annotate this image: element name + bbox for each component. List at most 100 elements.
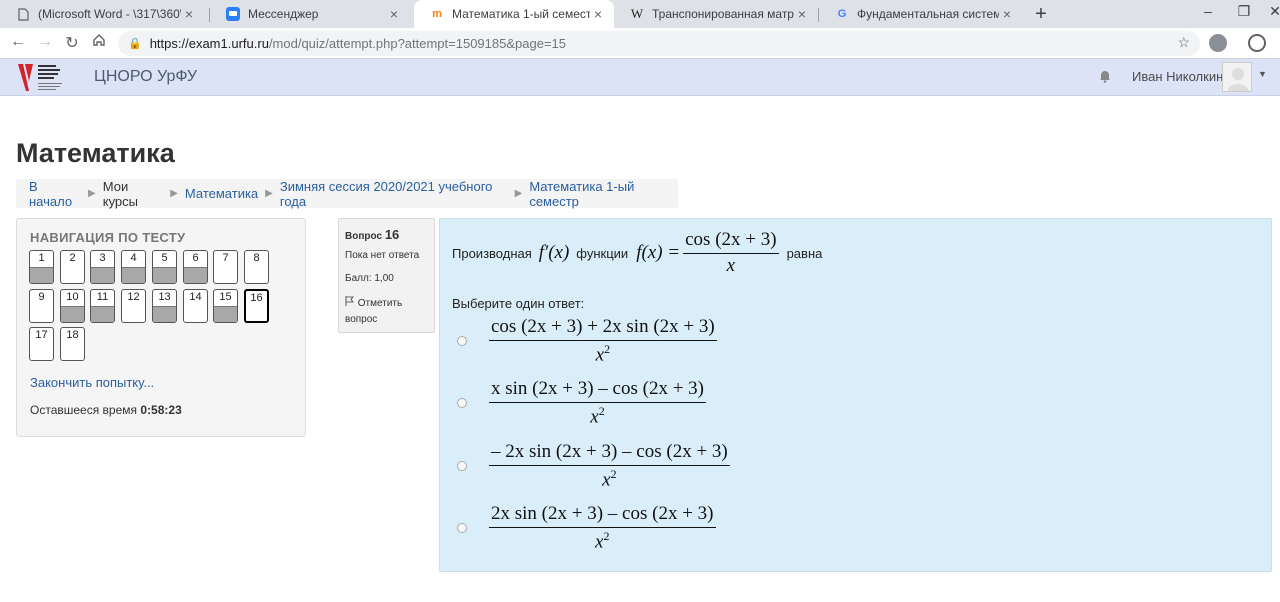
- question-nav-button[interactable]: 17: [29, 327, 54, 361]
- finish-attempt-link[interactable]: Закончить попытку...: [30, 375, 154, 390]
- breadcrumb-session[interactable]: Зимняя сессия 2020/2021 учебного года: [280, 179, 508, 209]
- question-text: Производная f′(x) функции f(x) = cos (2x…: [452, 229, 822, 277]
- function-numerator: cos (2x + 3): [683, 229, 779, 254]
- question-nav-button[interactable]: 8: [244, 250, 269, 284]
- url-bar[interactable]: 🔒 https://exam1.urfu.ru/mod/quiz/attempt…: [118, 31, 1200, 56]
- answered-indicator: [91, 267, 114, 283]
- close-icon[interactable]: ×: [794, 6, 810, 22]
- close-icon[interactable]: ×: [999, 6, 1015, 22]
- question-score: Балл: 1,00: [345, 273, 394, 284]
- question-nav-number: 17: [35, 329, 48, 341]
- chevron-down-icon[interactable]: ▼: [1258, 69, 1267, 79]
- answered-indicator: [184, 267, 207, 283]
- home-icon[interactable]: [89, 33, 109, 52]
- breadcrumb-quiz[interactable]: Математика 1-ый семестр: [529, 179, 678, 209]
- close-icon[interactable]: ×: [386, 6, 402, 22]
- breadcrumb-home[interactable]: В начало: [29, 179, 81, 209]
- question-number-value: 16: [384, 227, 400, 242]
- moodle-icon: m: [432, 8, 442, 20]
- answer-option[interactable]: x sin (2x + 3) – cos (2x + 3) x2: [457, 378, 706, 428]
- question-nav-number: 18: [66, 329, 79, 341]
- question-content: Производная f′(x) функции f(x) = cos (2x…: [439, 218, 1272, 572]
- question-nav-button[interactable]: 2: [60, 250, 85, 284]
- answer-fraction: 2x sin (2x + 3) – cos (2x + 3) x2: [489, 503, 716, 553]
- extension-shield-icon[interactable]: [1209, 34, 1227, 52]
- user-name[interactable]: Иван Николкин: [1132, 69, 1223, 84]
- messenger-icon: [226, 7, 240, 21]
- question-pre: Производная: [452, 245, 532, 261]
- google-icon: G: [837, 8, 847, 20]
- tab-title: (Microsoft Word - \317\360\340\: [38, 7, 181, 21]
- browser-tab-google[interactable]: G Фундаментальная система реш ×: [819, 0, 1023, 28]
- question-mid: функции: [576, 245, 629, 261]
- breadcrumb-separator-icon: ▶: [88, 188, 96, 199]
- notification-bell-icon[interactable]: [1098, 69, 1112, 83]
- question-nav-button[interactable]: 5: [152, 250, 177, 284]
- close-icon[interactable]: ×: [590, 6, 606, 22]
- question-nav-button[interactable]: 16: [244, 289, 269, 323]
- answer-option[interactable]: – 2x sin (2x + 3) – cos (2x + 3) x2: [457, 441, 730, 491]
- question-nav-button[interactable]: 18: [60, 327, 85, 361]
- page-title: Математика: [16, 138, 175, 168]
- radio-button[interactable]: [457, 398, 467, 409]
- flag-icon: [345, 296, 355, 312]
- answer-option[interactable]: 2x sin (2x + 3) – cos (2x + 3) x2: [457, 503, 716, 553]
- question-nav-button[interactable]: 1: [29, 250, 54, 284]
- avatar[interactable]: [1222, 62, 1252, 92]
- question-nav-button[interactable]: 9: [29, 289, 54, 323]
- browser-tab-word[interactable]: (Microsoft Word - \317\360\340\ ×: [0, 0, 205, 28]
- question-nav-button[interactable]: 10: [60, 289, 85, 323]
- time-remaining: Оставшееся время 0:58:23: [30, 403, 182, 417]
- browser-tab-active[interactable]: m Математика 1-ый семестр ×: [414, 0, 614, 28]
- question-nav-button[interactable]: 12: [121, 289, 146, 323]
- denominator-var: x: [602, 469, 611, 491]
- question-nav-button[interactable]: 15: [213, 289, 238, 323]
- reload-icon[interactable]: ↻: [62, 33, 82, 53]
- question-label: Вопрос: [345, 231, 383, 242]
- flag-question-button[interactable]: Отметить вопрос: [345, 296, 433, 328]
- question-number: Вопрос 16: [345, 227, 399, 242]
- answer-denominator: x2: [596, 341, 610, 366]
- document-icon: [16, 7, 30, 21]
- question-nav-number: 10: [66, 291, 79, 303]
- answer-option[interactable]: cos (2x + 3) + 2x sin (2x + 3) x2: [457, 316, 717, 366]
- urfu-logo[interactable]: [16, 61, 86, 94]
- question-nav-button[interactable]: 14: [183, 289, 208, 323]
- browser-tab-wikipedia[interactable]: W Транспонированная матрица – ×: [614, 0, 818, 28]
- answered-indicator: [122, 267, 145, 283]
- breadcrumb-course[interactable]: Математика: [185, 186, 258, 201]
- forward-icon[interactable]: →: [35, 33, 55, 51]
- bookmark-star-icon[interactable]: ☆: [1177, 34, 1190, 51]
- new-tab-icon[interactable]: +: [1031, 3, 1051, 26]
- address-toolbar: ← → ↻ 🔒 https://exam1.urfu.ru/mod/quiz/a…: [0, 28, 1280, 59]
- radio-button[interactable]: [457, 336, 467, 347]
- close-icon[interactable]: ×: [181, 6, 197, 22]
- answered-indicator: [153, 306, 176, 322]
- question-nav-number: 2: [69, 252, 76, 264]
- site-name[interactable]: ЦНОРО УрФУ: [94, 68, 197, 86]
- question-nav-button[interactable]: 7: [213, 250, 238, 284]
- question-nav-button[interactable]: 3: [90, 250, 115, 284]
- denominator-exponent: 2: [610, 467, 617, 481]
- radio-button[interactable]: [457, 523, 467, 534]
- question-nav-number: 1: [38, 252, 45, 264]
- question-nav-button[interactable]: 6: [183, 250, 208, 284]
- wikipedia-icon: W: [630, 6, 644, 21]
- answer-fraction: cos (2x + 3) + 2x sin (2x + 3) x2: [489, 316, 717, 366]
- question-post: равна: [786, 245, 823, 261]
- question-nav-number: 3: [99, 252, 106, 264]
- profile-icon[interactable]: [1248, 34, 1266, 52]
- question-nav-number: 16: [250, 292, 263, 304]
- back-icon[interactable]: ←: [8, 33, 28, 51]
- browser-tab-messenger[interactable]: Мессенджер ×: [210, 0, 410, 28]
- answered-indicator: [61, 306, 84, 322]
- question-nav-button[interactable]: 11: [90, 289, 115, 323]
- question-nav-button[interactable]: 4: [121, 250, 146, 284]
- radio-button[interactable]: [457, 461, 467, 472]
- question-nav-number: 13: [158, 291, 171, 303]
- close-window-icon[interactable]: ✕: [1260, 3, 1280, 20]
- restore-icon[interactable]: ❐: [1229, 3, 1259, 20]
- minimize-icon[interactable]: –: [1193, 3, 1223, 19]
- breadcrumb-my-courses: Мои курсы: [102, 178, 138, 209]
- question-nav-button[interactable]: 13: [152, 289, 177, 323]
